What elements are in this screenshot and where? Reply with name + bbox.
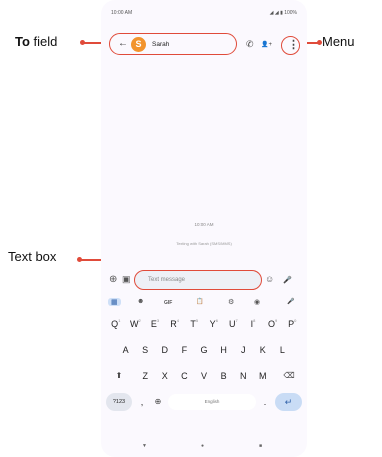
to-callout-bold: To [15, 34, 30, 49]
conversation-note: Texting with Sarah (SMS/MMS) [176, 241, 232, 246]
key-hint: 0 [294, 318, 297, 323]
key-hint: 9 [274, 318, 278, 323]
key-k[interactable]: K [253, 339, 273, 361]
status-bar: 10:00 AM ◢ ◢ ▮ 100% [101, 8, 307, 20]
keyboard-toolbar: ▦ ☻ GIF 📋 ⚙ ◉ 🎤 [101, 295, 307, 312]
key-hint: 4 [176, 318, 179, 323]
key-l[interactable]: L [273, 339, 293, 361]
menu-callout-dot [317, 40, 322, 45]
key-label: R [170, 319, 177, 329]
symbols-key[interactable]: ?123 [106, 393, 132, 411]
key-t[interactable]: T5 [184, 313, 204, 335]
enter-key-icon[interactable]: ↵ [275, 393, 302, 411]
apps-grid-icon[interactable]: ▦ [108, 298, 121, 306]
key-o[interactable]: O9 [263, 313, 283, 335]
key-hint: 8 [253, 318, 256, 323]
status-icons: ◢ ◢ ▮ 100% [269, 10, 297, 16]
key-hint: 5 [195, 318, 199, 323]
key-i[interactable]: I8 [243, 313, 263, 335]
sticker-icon[interactable]: ☻ [137, 298, 144, 305]
keyboard-mic-icon[interactable]: 🎤 [287, 298, 294, 305]
key-hint: 2 [138, 318, 141, 323]
more-vert-icon: ⋮ [288, 39, 299, 51]
key-z[interactable]: Z [135, 365, 155, 387]
to-field[interactable]: ← [109, 33, 237, 55]
clipboard-icon[interactable]: 📋 [196, 298, 203, 305]
key-n[interactable]: N [233, 365, 253, 387]
key-p[interactable]: P0 [282, 313, 302, 335]
conversation-topbar: ← S Sarah ✆ 👤+ ⋮ [101, 32, 307, 56]
add-attachment-icon[interactable]: ⊕ [109, 274, 117, 285]
key-label: Y [209, 319, 216, 329]
gif-button[interactable]: GIF [164, 300, 172, 306]
text-box-callout: Text box [8, 249, 57, 264]
keyboard-row-2: A S D F G H J K L [101, 339, 307, 361]
key-c[interactable]: C [175, 365, 195, 387]
to-field-callout: To field [15, 34, 57, 49]
key-label: W [130, 319, 139, 329]
to-callout-dot [80, 40, 85, 45]
add-person-icon[interactable]: 👤+ [261, 41, 272, 48]
key-hint: 3 [156, 318, 160, 323]
key-label: U [229, 319, 236, 329]
key-y[interactable]: Y6 [204, 313, 224, 335]
key-hint: 1 [118, 318, 121, 323]
settings-gear-icon[interactable]: ⚙ [228, 298, 234, 306]
shift-key-icon[interactable]: ⬆ [106, 365, 132, 387]
status-time: 10:00 AM [111, 10, 133, 16]
key-d[interactable]: D [155, 339, 175, 361]
phone-screen: 10:00 AM ◢ ◢ ▮ 100% ← S Sarah ✆ 👤+ ⋮ 10:… [101, 0, 307, 457]
key-m[interactable]: M [253, 365, 273, 387]
conversation-timestamp: 10:00 AM [194, 222, 214, 227]
contact-name[interactable]: Sarah [152, 41, 169, 48]
key-j[interactable]: J [233, 339, 253, 361]
key-v[interactable]: V [194, 365, 214, 387]
comma-key[interactable]: , [135, 391, 149, 413]
nav-back-icon[interactable]: ▼ [142, 443, 147, 449]
key-g[interactable]: G [194, 339, 214, 361]
text-message-placeholder: Text message [148, 277, 186, 283]
text-message-input[interactable]: Text message [134, 270, 262, 290]
key-r[interactable]: R4 [165, 313, 185, 335]
keyboard-row-1: Q1 W2 E3 R4 T5 Y6 U7 I8 O9 P0 [101, 313, 307, 335]
key-x[interactable]: X [155, 365, 175, 387]
key-s[interactable]: S [135, 339, 155, 361]
key-a[interactable]: A [116, 339, 136, 361]
contact-avatar[interactable]: S [131, 37, 146, 52]
key-label: E [150, 319, 157, 329]
to-callout-rest: field [29, 34, 58, 49]
nav-recents-icon[interactable]: ■ [259, 443, 262, 449]
compose-bar: ⊕ ▣ Text message ☺ 🎤 [101, 270, 307, 292]
globe-icon[interactable]: ⊕ [150, 391, 166, 413]
menu-callout: Menu [322, 34, 355, 49]
keyboard-row-3: ⬆ Z X C V B N M ⌫ [101, 365, 307, 387]
back-arrow-icon[interactable]: ← [118, 38, 128, 49]
period-key[interactable]: . [258, 391, 272, 413]
emoji-icon[interactable]: ☺ [265, 274, 274, 284]
menu-button[interactable]: ⋮ [281, 36, 300, 55]
gallery-icon[interactable]: ▣ [122, 274, 131, 285]
key-hint: 6 [215, 318, 218, 323]
key-hint: 7 [235, 318, 238, 323]
on-screen-keyboard: Q1 W2 E3 R4 T5 Y6 U7 I8 O9 P0 A S D F G … [101, 313, 307, 438]
phone-call-icon[interactable]: ✆ [246, 39, 254, 50]
space-bar[interactable]: English [168, 394, 256, 410]
key-q[interactable]: Q1 [106, 313, 126, 335]
key-f[interactable]: F [175, 339, 195, 361]
annotated-screenshot: To field Menu Text box 10:00 AM ◢ ◢ ▮ 10… [0, 0, 382, 457]
key-label: O [267, 319, 275, 329]
key-b[interactable]: B [214, 365, 234, 387]
backspace-key-icon[interactable]: ⌫ [276, 365, 302, 387]
key-label: T [190, 319, 196, 329]
nav-home-icon[interactable]: ● [201, 443, 204, 449]
key-e[interactable]: E3 [145, 313, 165, 335]
keyboard-row-4: ?123 , ⊕ English . ↵ [101, 391, 307, 413]
system-nav-bar: ▼ ● ■ [101, 440, 307, 457]
key-u[interactable]: U7 [224, 313, 244, 335]
key-h[interactable]: H [214, 339, 234, 361]
theme-palette-icon[interactable]: ◉ [254, 298, 260, 306]
key-w[interactable]: W2 [126, 313, 146, 335]
voice-input-icon[interactable]: 🎤 [283, 276, 292, 284]
